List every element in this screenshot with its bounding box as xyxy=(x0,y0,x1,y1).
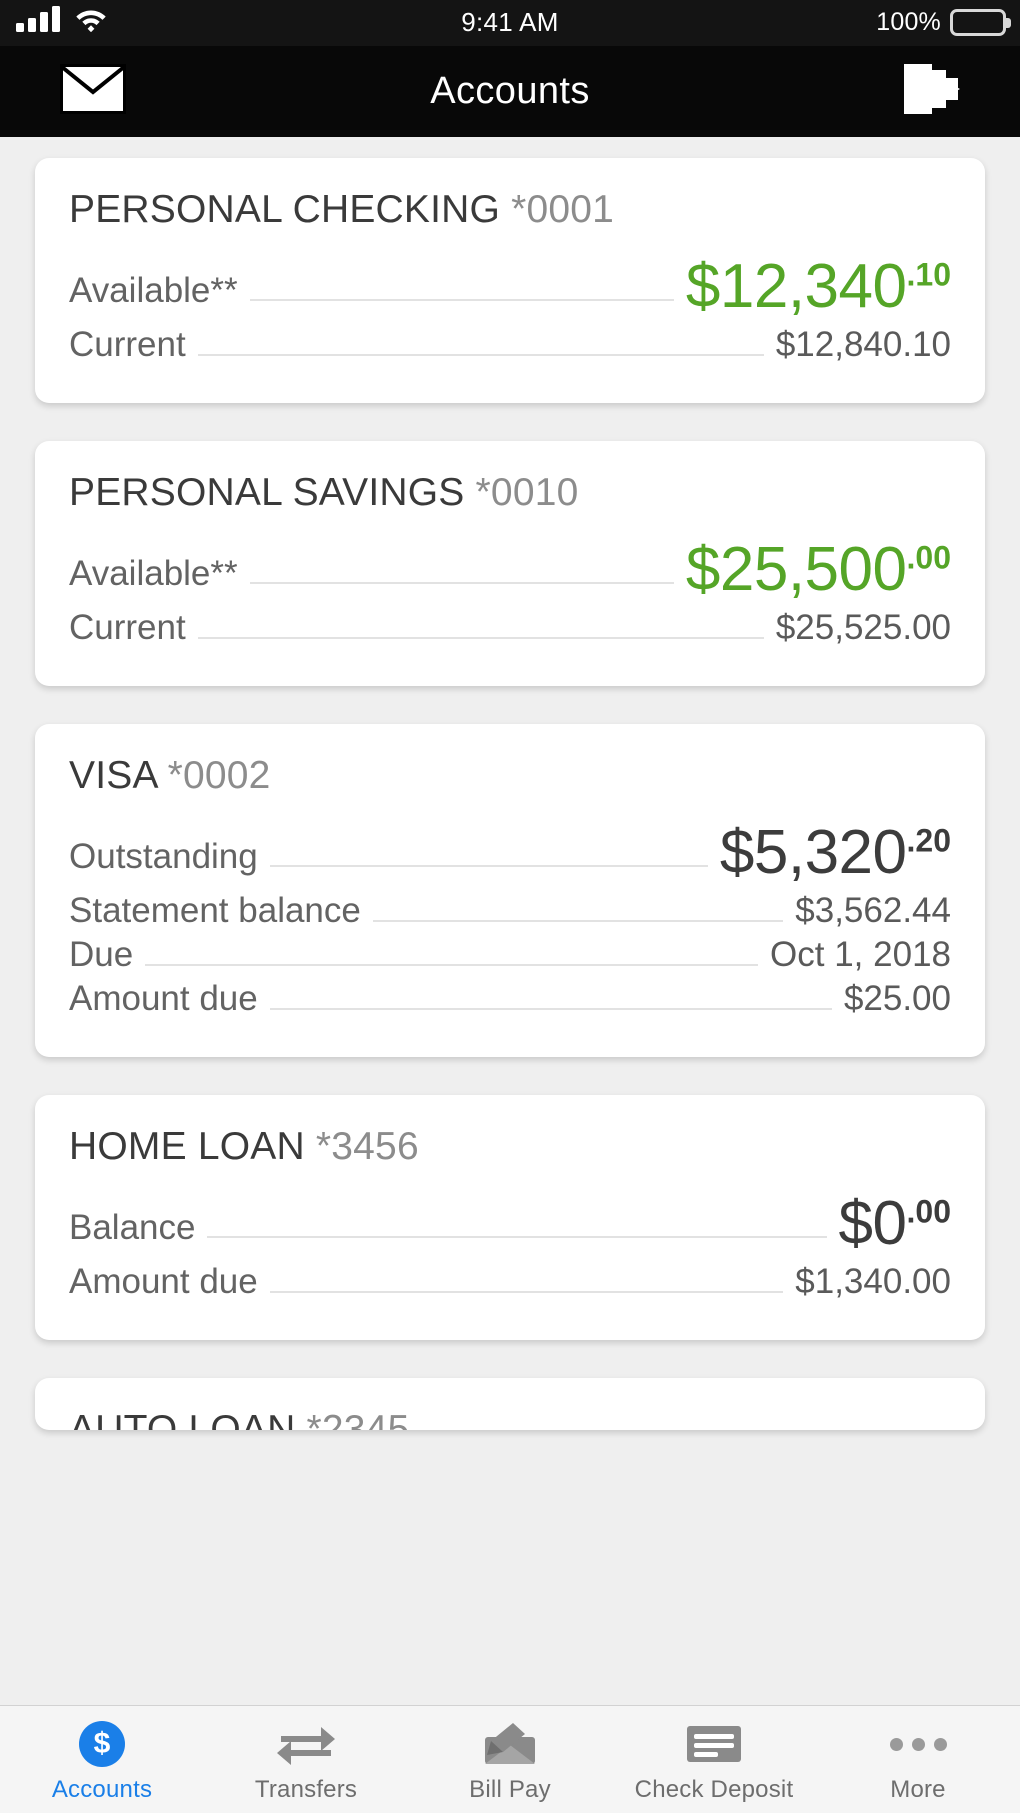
account-name: VISA xyxy=(69,753,157,797)
account-detail-row: Due Oct 1, 2018 xyxy=(69,935,951,975)
battery-percent-label: 100% xyxy=(876,8,941,36)
account-hero-row: Available** $25,500.00 xyxy=(69,538,951,600)
detail-value: $25,525.00 xyxy=(775,607,951,647)
messages-button[interactable] xyxy=(60,46,126,137)
accounts-scroll-area[interactable]: PERSONAL CHECKING *0001 Available** $12,… xyxy=(0,137,1020,1705)
dot-leader xyxy=(372,919,784,922)
dot-leader xyxy=(249,298,674,301)
dot-leader xyxy=(249,581,674,584)
detail-label: Current xyxy=(69,607,186,647)
dot-leader xyxy=(145,963,759,966)
account-card-personal-savings[interactable]: PERSONAL SAVINGS *0010 Available** $25,5… xyxy=(35,440,985,686)
hero-dollars: $0 xyxy=(838,1188,907,1258)
tab-accounts[interactable]: $ Accounts xyxy=(0,1706,204,1813)
detail-value: $1,340.00 xyxy=(795,1261,951,1301)
dot-leader xyxy=(207,1235,827,1238)
tab-more[interactable]: More xyxy=(816,1706,1020,1813)
account-mask: *0010 xyxy=(475,470,579,514)
account-mask: *3456 xyxy=(315,1124,419,1168)
detail-label: Amount due xyxy=(69,978,258,1018)
account-mask: *0001 xyxy=(511,188,615,231)
account-card-visa[interactable]: VISA *0002 Outstanding $5,320.20 Stateme… xyxy=(35,723,985,1057)
account-mask: *0002 xyxy=(167,753,271,797)
account-name: AUTO LOAN xyxy=(69,1407,296,1430)
transfer-arrows-icon xyxy=(275,1721,337,1767)
hero-label: Outstanding xyxy=(69,836,258,876)
account-detail-row: Statement balance $3,562.44 xyxy=(69,891,951,931)
account-detail-row: Current $25,525.00 xyxy=(69,608,951,648)
hero-dollars: $25,500 xyxy=(685,534,907,604)
dot-leader xyxy=(269,864,708,867)
tab-label: Transfers xyxy=(254,1776,358,1803)
account-detail-row: Amount due $1,340.00 xyxy=(69,1262,951,1302)
detail-value: $3,562.44 xyxy=(795,890,951,930)
mail-envelope-icon xyxy=(60,64,126,119)
battery-icon xyxy=(950,9,1011,36)
hero-amount: $0.00 xyxy=(839,1192,951,1254)
dot-leader xyxy=(197,636,764,639)
tab-bill-pay[interactable]: Bill Pay xyxy=(408,1706,612,1813)
more-dots-icon xyxy=(889,1721,947,1767)
navigation-bar: Accounts xyxy=(0,46,1020,137)
tab-label: Bill Pay xyxy=(469,1776,551,1803)
dollar-circle-icon: $ xyxy=(79,1721,125,1767)
hero-amount: $5,320.20 xyxy=(720,821,951,883)
status-bar-right: 100% xyxy=(876,8,1011,37)
check-deposit-icon xyxy=(685,1721,743,1767)
account-card-title: VISA *0002 xyxy=(69,754,951,798)
account-mask: *2345 xyxy=(306,1407,410,1430)
dot-leader xyxy=(269,1007,832,1010)
hero-cents: .00 xyxy=(906,1193,951,1230)
logout-icon xyxy=(900,60,962,123)
hero-label: Balance xyxy=(69,1207,196,1247)
hero-amount: $12,340.10 xyxy=(686,256,951,318)
bill-pay-envelope-icon xyxy=(479,1721,541,1767)
hero-cents: .20 xyxy=(906,822,951,859)
account-name: HOME LOAN xyxy=(69,1124,305,1168)
account-card-title: HOME LOAN *3456 xyxy=(69,1125,951,1169)
account-card-home-loan[interactable]: HOME LOAN *3456 Balance $0.00 Amount due… xyxy=(35,1094,985,1340)
hero-label: Available** xyxy=(69,553,238,593)
tab-label: Accounts xyxy=(51,1776,153,1803)
page-title: Accounts xyxy=(430,70,590,112)
account-card-personal-checking[interactable]: PERSONAL CHECKING *0001 Available** $12,… xyxy=(35,158,985,403)
status-bar-clock: 9:41 AM xyxy=(461,7,559,37)
tab-label: More xyxy=(890,1776,946,1803)
hero-amount: $25,500.00 xyxy=(686,538,951,600)
dot-leader xyxy=(197,353,764,356)
hero-cents: .10 xyxy=(906,256,951,293)
account-detail-row: Current $12,840.10 xyxy=(69,325,951,365)
detail-label: Due xyxy=(69,934,134,974)
account-hero-row: Balance $0.00 xyxy=(69,1192,951,1254)
tab-check-deposit[interactable]: Check Deposit xyxy=(612,1706,816,1813)
account-detail-row: Amount due $25.00 xyxy=(69,979,951,1019)
account-card-auto-loan[interactable]: AUTO LOAN *2345 xyxy=(35,1377,985,1430)
account-hero-row: Outstanding $5,320.20 xyxy=(69,821,951,883)
account-name: PERSONAL SAVINGS xyxy=(69,470,465,514)
account-card-title: PERSONAL SAVINGS *0010 xyxy=(69,471,951,515)
hero-label: Available** xyxy=(69,270,238,310)
tab-label: Check Deposit xyxy=(634,1776,794,1803)
hero-cents: .00 xyxy=(906,539,951,576)
account-hero-row: Available** $12,340.10 xyxy=(69,256,951,318)
tab-transfers[interactable]: Transfers xyxy=(204,1706,408,1813)
detail-value: $25.00 xyxy=(843,978,951,1018)
account-card-title: AUTO LOAN *2345 xyxy=(69,1408,951,1430)
detail-label: Amount due xyxy=(69,1261,258,1301)
detail-value: Oct 1, 2018 xyxy=(770,934,951,974)
logout-button[interactable] xyxy=(900,46,962,137)
detail-label: Statement balance xyxy=(69,890,361,930)
detail-value: $12,840.10 xyxy=(775,324,951,364)
hero-dollars: $5,320 xyxy=(719,817,907,887)
account-name: PERSONAL CHECKING xyxy=(69,188,501,231)
hero-dollars: $12,340 xyxy=(685,252,907,321)
detail-label: Current xyxy=(69,324,186,364)
status-bar: 9:41 AM 100% xyxy=(0,0,1020,46)
dot-leader xyxy=(269,1290,784,1293)
account-card-title: PERSONAL CHECKING *0001 xyxy=(69,188,951,232)
bottom-tab-bar: $ Accounts Transfers Bill Pay Check Depo… xyxy=(0,1705,1020,1813)
